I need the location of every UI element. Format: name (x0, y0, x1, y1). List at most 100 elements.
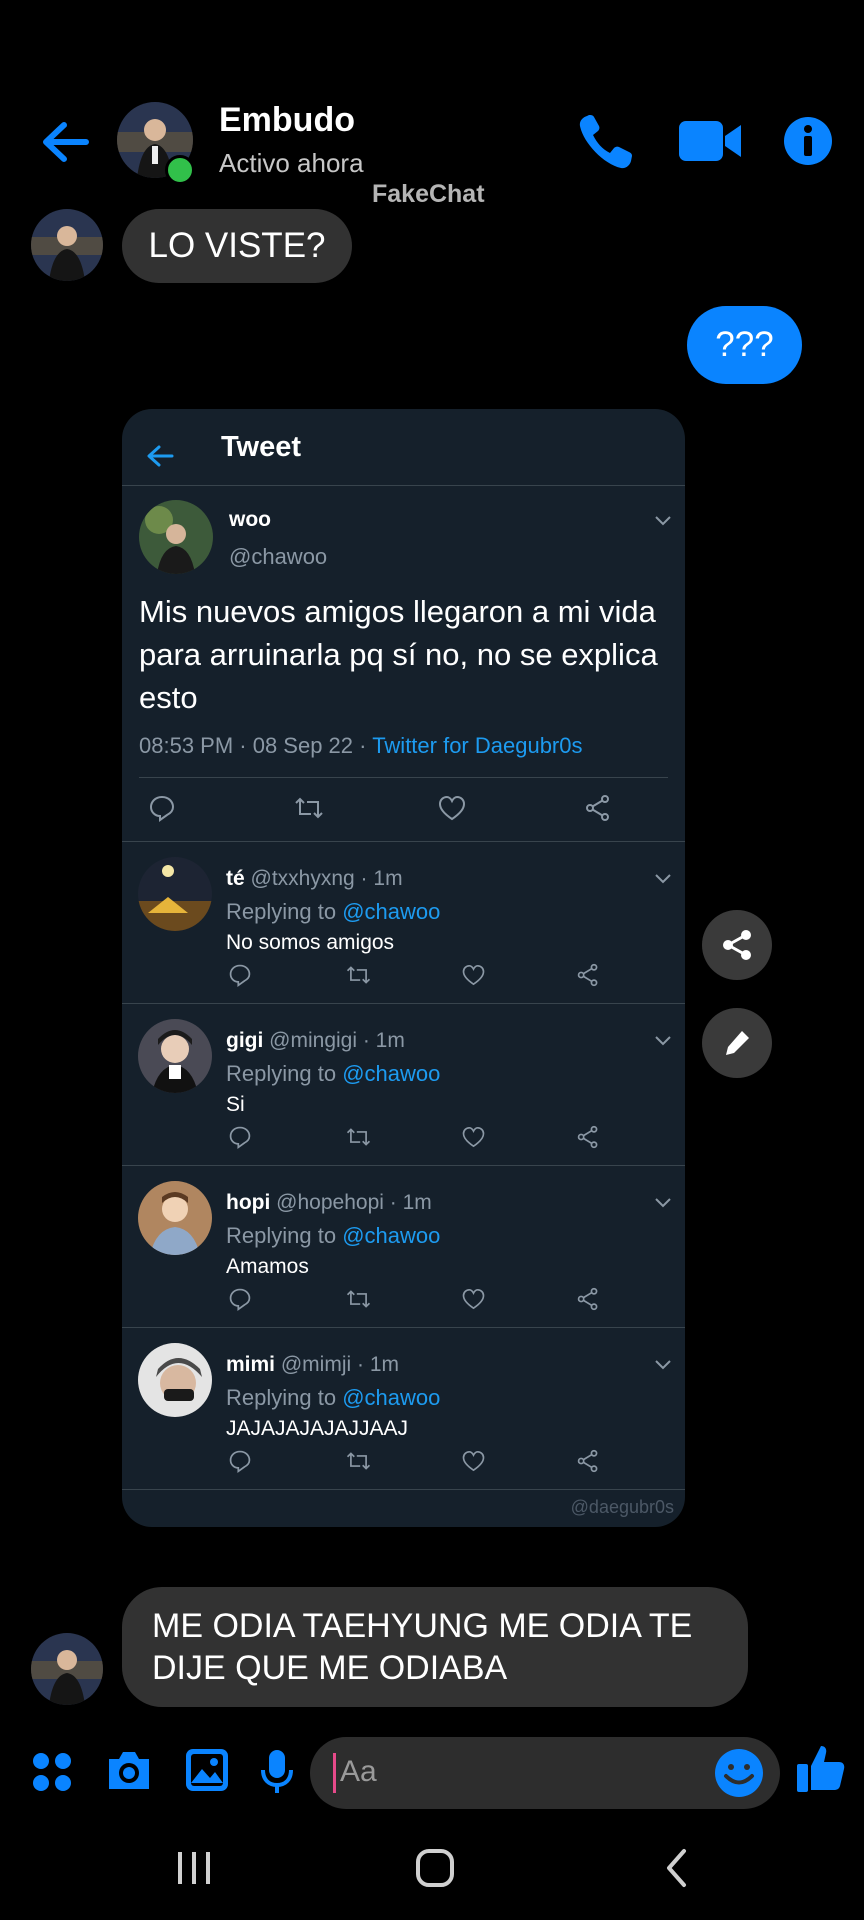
reply-avatar (138, 1181, 212, 1255)
tweet-image-watermark: @daegubr0s (570, 1497, 674, 1517)
video-call-icon[interactable] (677, 108, 743, 174)
contact-status: Activo ahora (219, 148, 364, 178)
tweet-timestamp: 08:53 PM · 08 Sep 22 · (139, 733, 373, 758)
divider (122, 1489, 685, 1490)
reply-icon (229, 1450, 251, 1473)
message-input-placeholder: Aa (340, 1755, 377, 1788)
divider (122, 485, 685, 486)
divider (139, 777, 668, 778)
app-watermark: FakeChat (372, 180, 485, 208)
replying-to-handle: @chawoo (342, 1223, 441, 1248)
reply-icon (229, 1126, 251, 1149)
edit-image-button[interactable] (702, 1008, 772, 1078)
incoming-message-bubble[interactable]: ME ODIA TAEHYUNG ME ODIA TE DIJE QUE ME … (122, 1587, 748, 1707)
share-icon (577, 1125, 598, 1149)
like-icon (462, 964, 485, 986)
tweet-author-handle: @chawoo (229, 544, 328, 569)
reply-actions (228, 1449, 600, 1473)
retweet-icon (346, 966, 371, 984)
like-icon (462, 1450, 485, 1472)
reply-text: Si (226, 1093, 245, 1116)
retweet-icon (295, 797, 323, 819)
info-icon[interactable] (775, 108, 841, 174)
reply-avatar (138, 1019, 212, 1093)
like-icon (462, 1126, 485, 1148)
system-back-icon[interactable] (662, 1848, 692, 1888)
reply-actions (228, 1287, 600, 1311)
chevron-down-icon (655, 516, 671, 526)
shared-tweet-image[interactable]: Tweet woo @chawoo Mis nuevos amigos lleg… (122, 409, 685, 1527)
reply-author-name: gigi (226, 1029, 264, 1052)
apps-menu-icon[interactable] (31, 1751, 73, 1793)
reply-avatar (138, 857, 212, 931)
tweet-header-title: Tweet (221, 431, 302, 463)
share-icon (586, 795, 609, 821)
message-text: ??? (715, 325, 774, 364)
tweet-meta: 08:53 PM · 08 Sep 22 · Twitter for Daegu… (139, 733, 583, 759)
reply-handle: @mimji · 1m (280, 1353, 399, 1376)
tweet-back-arrow-icon (147, 445, 174, 467)
home-icon[interactable] (415, 1848, 455, 1888)
contact-name[interactable]: Embudo (219, 101, 355, 140)
replying-label: Replying to (226, 1061, 337, 1086)
gallery-icon[interactable] (184, 1747, 230, 1793)
online-status-dot (165, 155, 195, 185)
reply-actions (228, 963, 600, 987)
reply-handle: @txxhyxng · 1m (250, 867, 403, 890)
reply-author-name: hopi (226, 1191, 271, 1214)
reply-item: té @txxhyxng · 1m Replying to @chawoo No… (122, 841, 685, 1003)
reply-author-name: té (226, 867, 245, 890)
replying-label: Replying to (226, 1385, 337, 1410)
reply-handle: @mingigi · 1m (269, 1029, 405, 1052)
share-icon (577, 963, 598, 987)
thumbs-up-icon[interactable] (795, 1742, 847, 1794)
tweet-text: Mis nuevos amigos llegaron a mi vida par… (139, 594, 658, 715)
reply-icon (229, 1288, 251, 1311)
emoji-icon[interactable] (713, 1747, 765, 1799)
tweet-author-avatar (139, 500, 213, 574)
chevron-down-icon (655, 1036, 671, 1046)
replying-label: Replying to (226, 899, 337, 924)
share-icon (577, 1287, 598, 1311)
recent-apps-icon[interactable] (172, 1851, 216, 1885)
camera-icon[interactable] (105, 1747, 153, 1793)
tweet-source: Twitter for Daegubr0s (372, 733, 583, 758)
replying-to-handle: @chawoo (342, 1385, 441, 1410)
chevron-down-icon (655, 1360, 671, 1370)
pencil-icon (726, 1031, 749, 1055)
reply-text: Amamos (226, 1255, 309, 1278)
chevron-down-icon (655, 1198, 671, 1208)
sender-avatar (31, 1633, 103, 1705)
tweet-actions (148, 794, 612, 822)
outgoing-message-bubble[interactable]: ??? (687, 306, 802, 384)
reply-handle: @hopehopi · 1m (276, 1191, 432, 1214)
incoming-message-bubble[interactable]: LO VISTE? (122, 209, 352, 283)
retweet-icon (346, 1452, 371, 1470)
microphone-icon[interactable] (260, 1748, 294, 1796)
chevron-down-icon (655, 874, 671, 884)
back-arrow-icon[interactable] (38, 115, 92, 169)
share-icon (723, 930, 751, 960)
replying-to-handle: @chawoo (342, 1061, 441, 1086)
text-caret (333, 1753, 336, 1793)
reply-item: gigi @mingigi · 1m Replying to @chawoo S… (122, 1003, 685, 1165)
retweet-icon (346, 1128, 371, 1146)
tweet-author-name: woo (229, 508, 271, 531)
sender-avatar (31, 209, 103, 281)
message-input[interactable]: Aa (310, 1737, 780, 1809)
replying-label: Replying to (226, 1223, 337, 1248)
reply-icon (229, 964, 251, 987)
share-image-button[interactable] (702, 910, 772, 980)
share-icon (577, 1449, 598, 1473)
replying-to-handle: @chawoo (342, 899, 441, 924)
reply-avatar (138, 1343, 212, 1417)
reply-text: No somos amigos (226, 931, 395, 954)
message-text: ME ODIA TAEHYUNG ME ODIA TE DIJE QUE ME … (152, 1607, 693, 1687)
reply-actions (228, 1125, 600, 1149)
reply-icon (149, 795, 175, 822)
reply-author-name: mimi (226, 1353, 276, 1376)
phone-icon[interactable] (573, 108, 639, 174)
like-icon (462, 1288, 485, 1310)
reply-item: hopi @hopehopi · 1m Replying to @chawoo … (122, 1165, 685, 1327)
reply-text: JAJAJAJAJAJJAAJ (226, 1417, 409, 1440)
